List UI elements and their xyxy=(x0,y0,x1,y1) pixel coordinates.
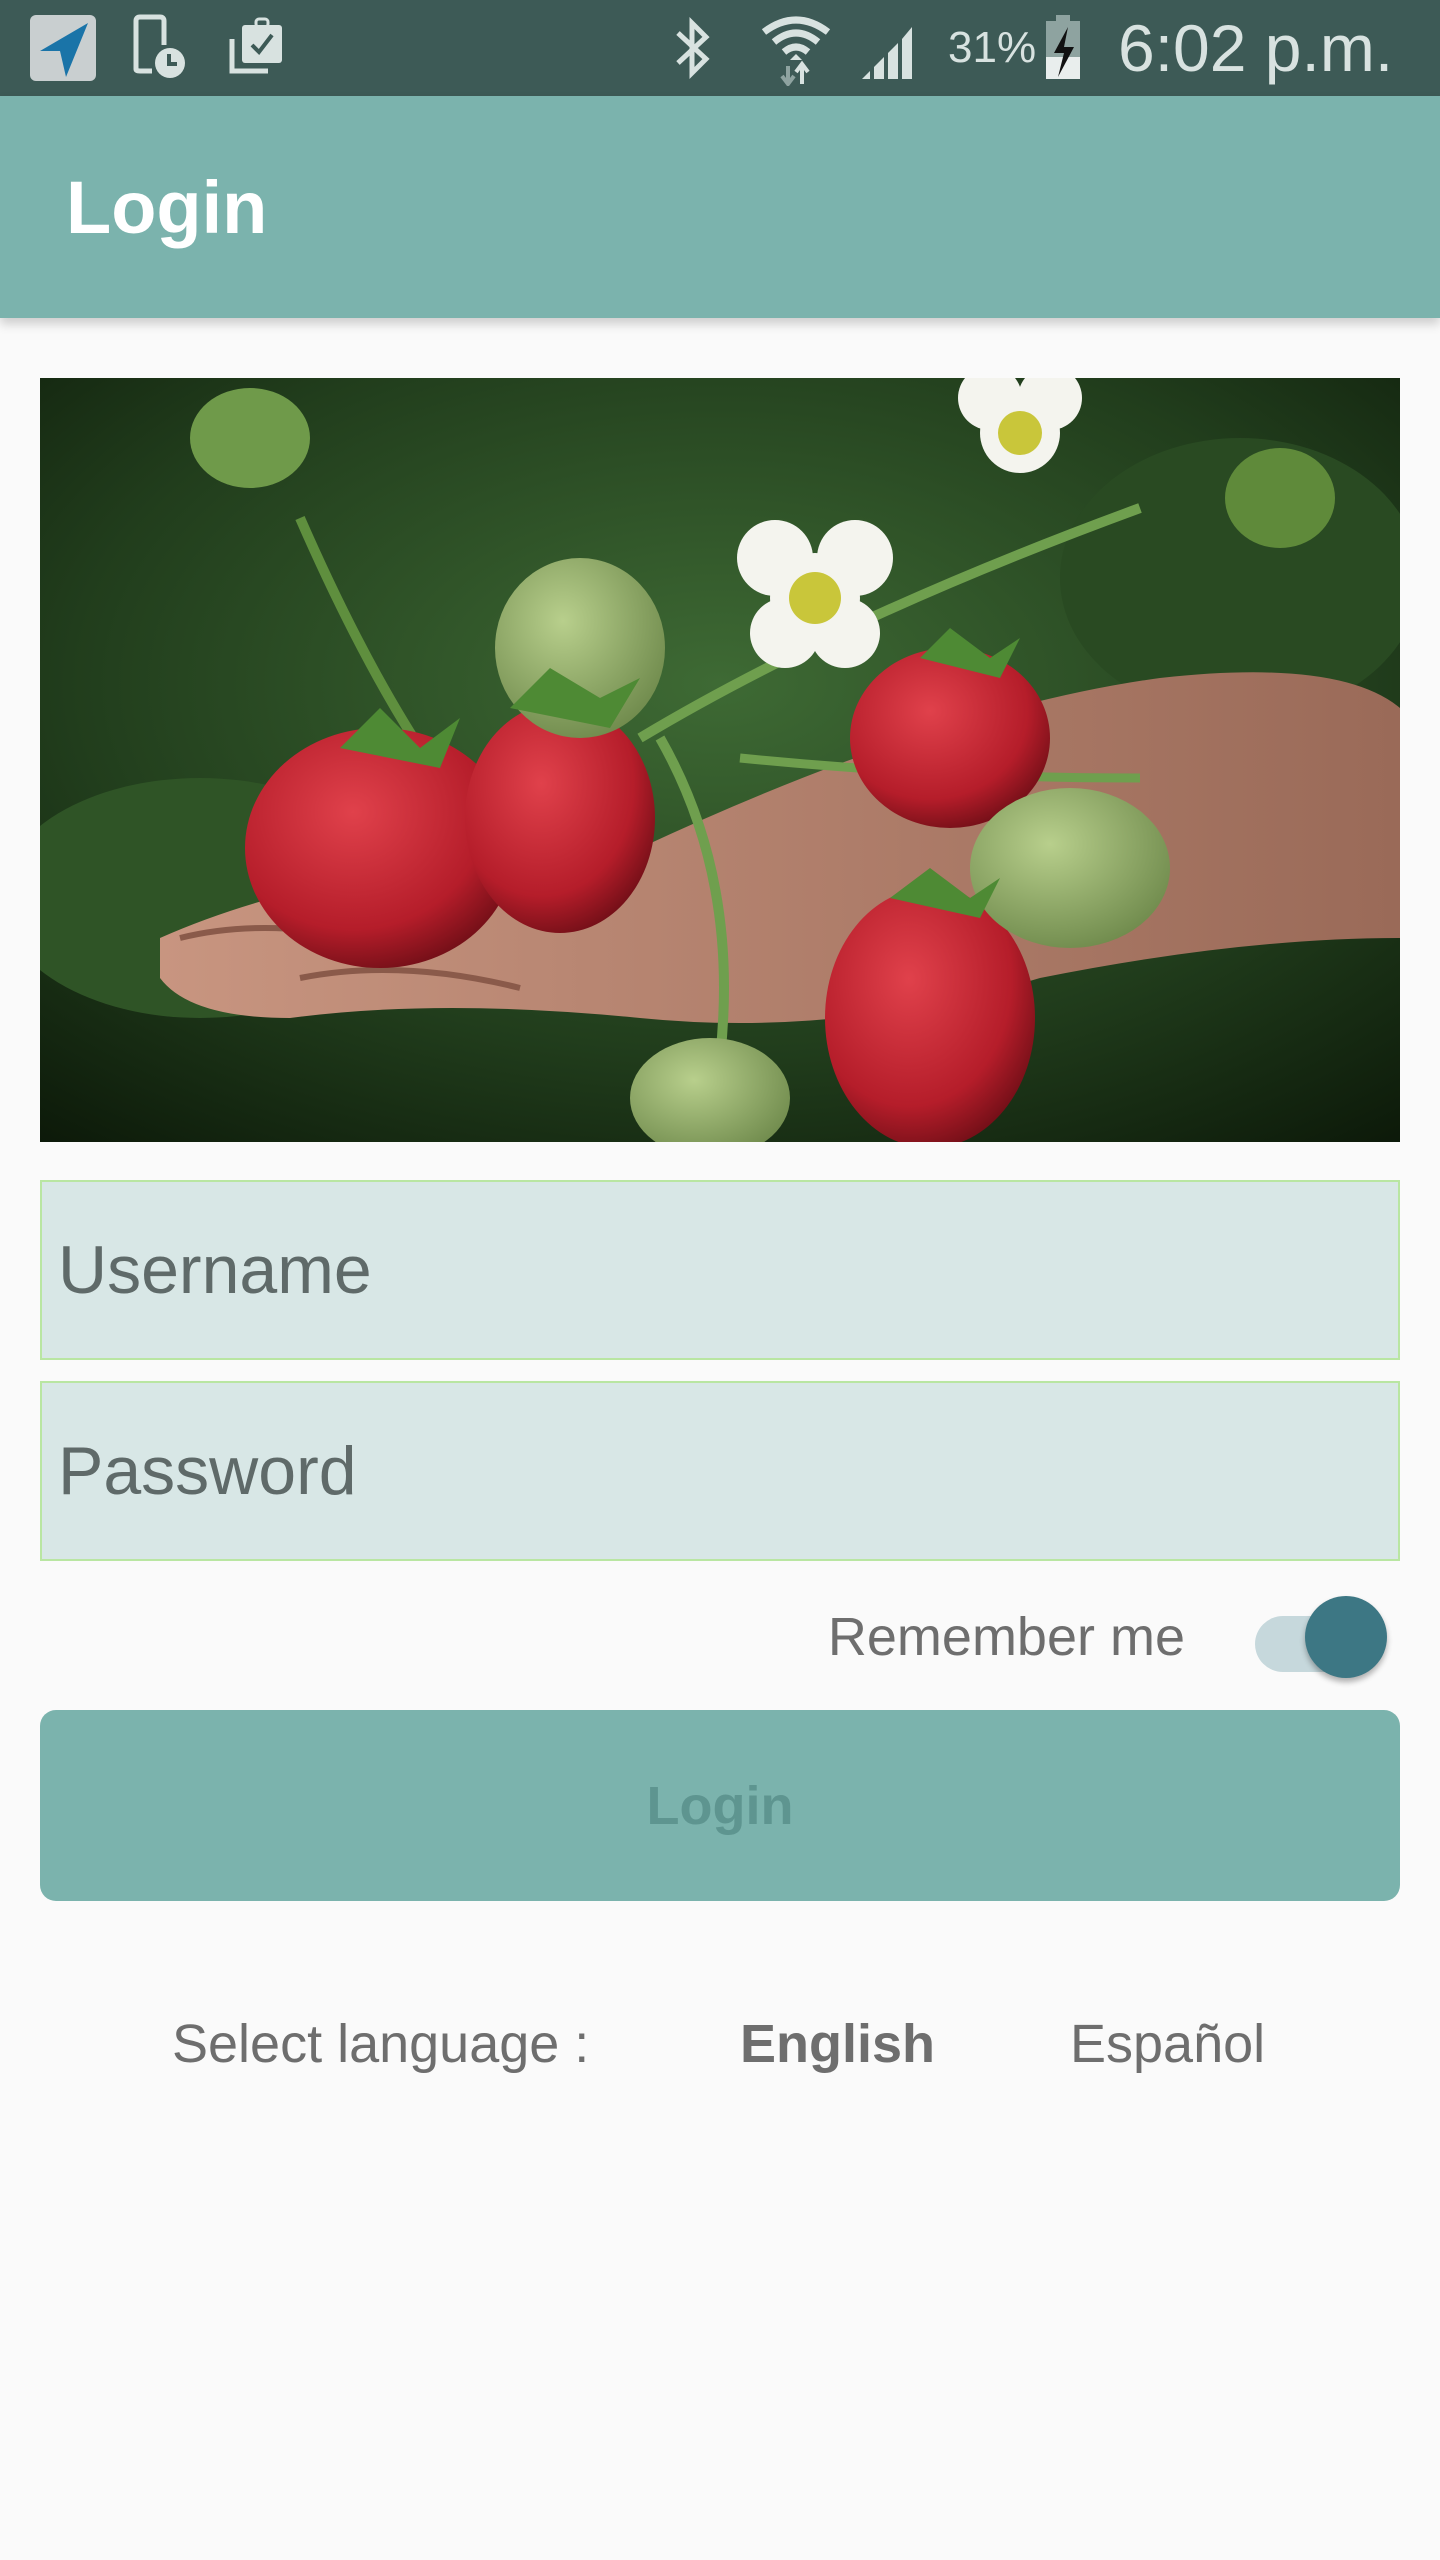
language-label: Select language : xyxy=(172,2014,590,2074)
battery-percent: 31% xyxy=(948,23,1037,72)
device-clock-icon xyxy=(130,0,190,96)
clipboard-check-icon xyxy=(224,0,288,96)
battery-charging-icon xyxy=(1044,0,1084,96)
username-input[interactable] xyxy=(58,1182,1398,1358)
login-button[interactable]: Login xyxy=(40,1710,1400,1901)
signal-icon xyxy=(860,0,924,96)
remember-me-label: Remember me xyxy=(827,1607,1185,1667)
password-input[interactable] xyxy=(58,1383,1398,1559)
navigation-icon xyxy=(28,0,98,96)
bluetooth-icon xyxy=(668,0,718,96)
hero-image xyxy=(40,378,1400,1142)
clock: 6:02 p.m. xyxy=(1118,11,1394,85)
status-bar: 31% 6:02 p.m. xyxy=(0,0,1440,96)
wifi-icon xyxy=(758,0,834,96)
password-field[interactable] xyxy=(40,1381,1400,1561)
username-field[interactable] xyxy=(40,1180,1400,1360)
remember-me-toggle[interactable] xyxy=(1255,1596,1387,1680)
language-option-english[interactable]: English xyxy=(740,2004,935,2084)
app-bar: Login xyxy=(0,96,1440,318)
page-title: Login xyxy=(66,165,268,249)
toggle-thumb xyxy=(1305,1596,1387,1678)
language-option-espanol[interactable]: Español xyxy=(1070,2004,1265,2084)
